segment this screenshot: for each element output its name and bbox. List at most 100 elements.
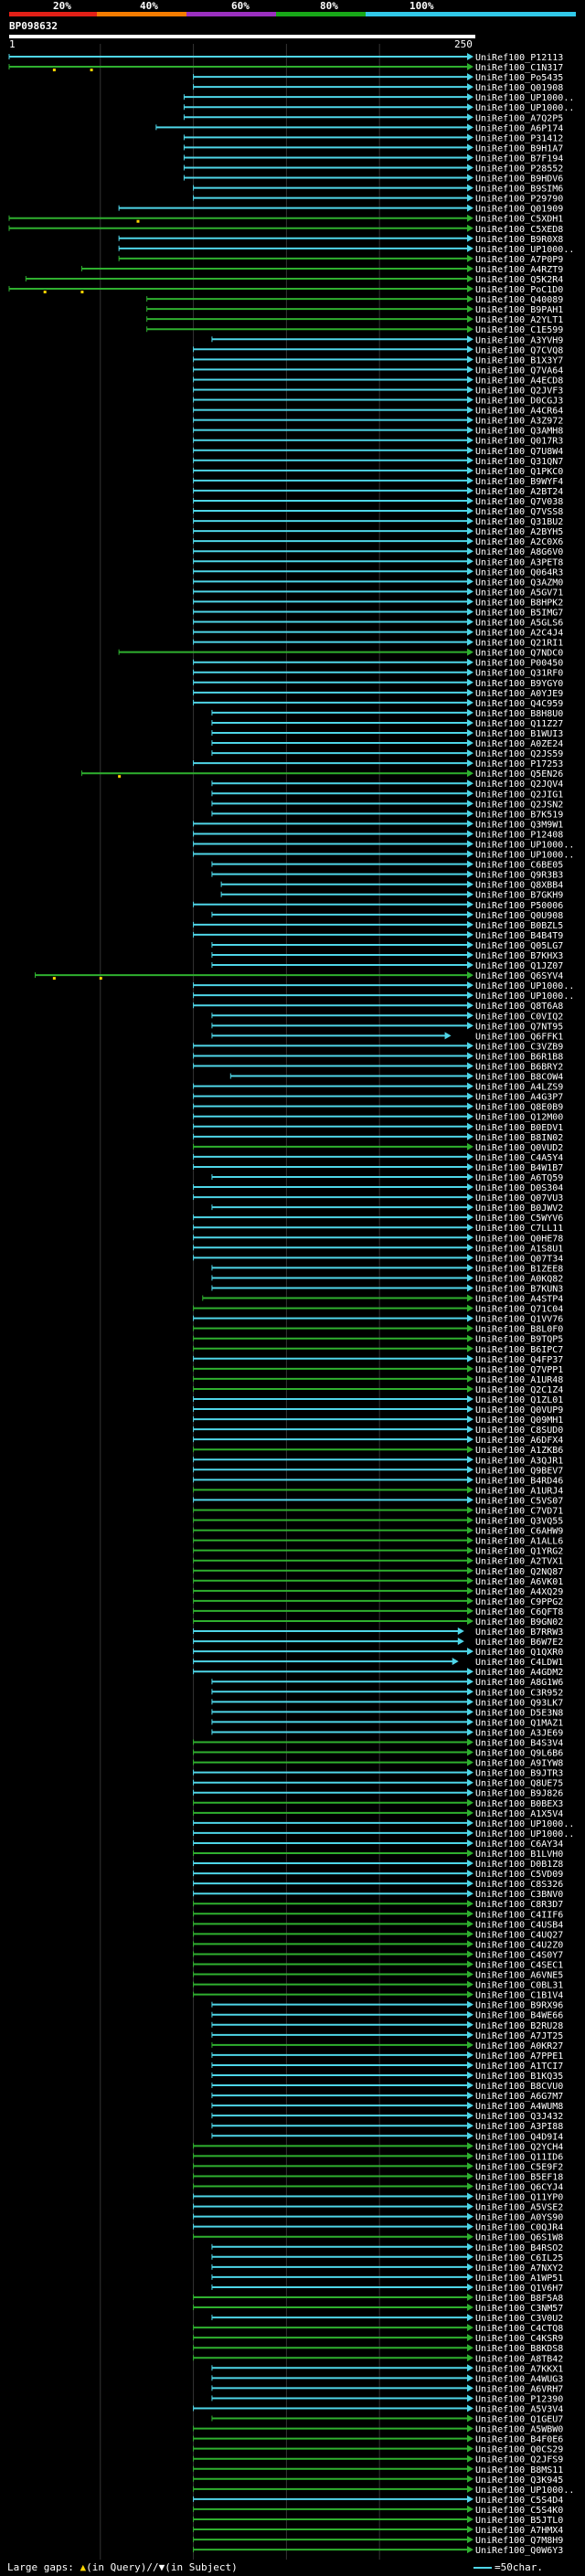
hit-label[interactable]: UniRef100_A5WBW0 <box>475 2425 563 2435</box>
hit-label[interactable]: UniRef100_Q07T34 <box>475 1254 563 1264</box>
hit-label[interactable]: UniRef100_C5VD09 <box>475 1870 563 1880</box>
hit-label[interactable]: UniRef100_Q1JZ07 <box>475 961 563 971</box>
hit-label[interactable]: UniRef100_C6IL25 <box>475 2253 563 2263</box>
hit-label[interactable]: UniRef100_A3YVH9 <box>475 335 563 345</box>
hit-label[interactable]: UniRef100_Q21RI1 <box>475 639 563 649</box>
hit-label[interactable]: UniRef100_P28552 <box>475 164 563 174</box>
hit-label[interactable]: UniRef100_A3Z972 <box>475 417 563 427</box>
hit-label[interactable]: UniRef100_A5GV71 <box>475 588 563 598</box>
hit-label[interactable]: UniRef100_Q1MAZ1 <box>475 1718 563 1728</box>
hit-label[interactable]: UniRef100_A5GLS6 <box>475 619 563 629</box>
hit-label[interactable]: UniRef100_C4CTQ8 <box>475 2324 563 2334</box>
hit-label[interactable]: UniRef100_A3JE69 <box>475 1728 563 1738</box>
hit-label[interactable]: UniRef100_Q2JVF3 <box>475 386 563 396</box>
hit-label[interactable]: UniRef100_C0QJR4 <box>475 2223 563 2233</box>
hit-label[interactable]: UniRef100_A6TQ59 <box>475 1173 563 1183</box>
hit-label[interactable]: UniRef100_Q11ID6 <box>475 2152 563 2162</box>
hit-label[interactable]: UniRef100_P17253 <box>475 759 563 769</box>
hit-label[interactable]: UniRef100_B0BEX3 <box>475 1799 563 1809</box>
hit-label[interactable]: UniRef100_B9JTR3 <box>475 1769 563 1779</box>
hit-label[interactable]: UniRef100_D0CGJ3 <box>475 397 563 407</box>
hit-label[interactable]: UniRef100_C4S0Y7 <box>475 1950 563 1960</box>
hit-label[interactable]: UniRef100_Q05LG7 <box>475 941 563 951</box>
hit-label[interactable]: UniRef100_B4WE66 <box>475 2011 563 2021</box>
hit-label[interactable]: UniRef100_Q0U908 <box>475 911 563 921</box>
hit-label[interactable]: UniRef100_A4G3P7 <box>475 1093 563 1103</box>
hit-label[interactable]: UniRef100_A4ECD8 <box>475 376 563 386</box>
hit-label[interactable]: UniRef100_A1S8U1 <box>475 1244 563 1254</box>
hit-label[interactable]: UniRef100_A8G1W6 <box>475 1678 563 1688</box>
hit-label[interactable]: UniRef100_B9HDV6 <box>475 175 563 185</box>
hit-label[interactable]: UniRef100_A0KR27 <box>475 2041 563 2051</box>
hit-label[interactable]: UniRef100_A4CR64 <box>475 407 563 417</box>
hit-label[interactable]: UniRef100_A9IYW8 <box>475 1759 563 1769</box>
hit-label[interactable]: UniRef100_C0BL31 <box>475 1981 563 1991</box>
hit-label[interactable]: UniRef100_Q7CVQ8 <box>475 345 563 355</box>
hit-label[interactable]: UniRef100_B1X3Y7 <box>475 355 563 366</box>
hit-label[interactable]: UniRef100_Q6SYV4 <box>475 971 563 981</box>
hit-label[interactable]: UniRef100_Q9L6B6 <box>475 1749 563 1759</box>
hit-label[interactable]: UniRef100_B8MS11 <box>475 2465 563 2475</box>
hit-label[interactable]: UniRef100_C0VIQ2 <box>475 1012 563 1022</box>
hit-label[interactable]: UniRef100_B8COW4 <box>475 1073 563 1083</box>
hit-label[interactable]: UniRef100_P12113 <box>475 53 563 63</box>
hit-label[interactable]: UniRef100_C4LDW1 <box>475 1658 563 1668</box>
hit-label[interactable]: UniRef100_A6VNE5 <box>475 1971 563 1981</box>
hit-label[interactable]: UniRef100_B4F0E6 <box>475 2435 563 2445</box>
hit-label[interactable]: UniRef100_A2C0X6 <box>475 537 563 547</box>
hit-label[interactable]: UniRef100_B7KHX3 <box>475 951 563 961</box>
hit-label[interactable]: UniRef100_UP1000.. <box>475 991 574 1002</box>
hit-label[interactable]: UniRef100_C3V0U2 <box>475 2314 563 2324</box>
hit-label[interactable]: UniRef100_Q3AZM0 <box>475 578 563 588</box>
hit-label[interactable]: UniRef100_Q31QN7 <box>475 457 563 467</box>
hit-label[interactable]: UniRef100_A5V3V4 <box>475 2404 563 2414</box>
hit-label[interactable]: UniRef100_A7P0P9 <box>475 255 563 265</box>
hit-label[interactable]: UniRef100_A3QJR1 <box>475 1456 563 1466</box>
hit-label[interactable]: UniRef100_Q3AMH8 <box>475 427 563 437</box>
hit-label[interactable]: UniRef100_A7JT25 <box>475 2031 563 2041</box>
hit-label[interactable]: UniRef100_A2BT24 <box>475 487 563 497</box>
hit-label[interactable]: UniRef100_Q0CS29 <box>475 2445 563 2455</box>
hit-label[interactable]: UniRef100_B6W7E2 <box>475 1638 563 1648</box>
hit-label[interactable]: UniRef100_Q3M9W1 <box>475 820 563 830</box>
hit-label[interactable]: UniRef100_Q09MH1 <box>475 1415 563 1426</box>
hit-label[interactable]: UniRef100_Q0VUP9 <box>475 1405 563 1415</box>
hit-label[interactable]: UniRef100_C4USB4 <box>475 1920 563 1930</box>
hit-label[interactable]: UniRef100_B9WYF4 <box>475 477 563 487</box>
hit-label[interactable]: UniRef100_A2C4J4 <box>475 629 563 639</box>
hit-label[interactable]: UniRef100_Q1PKC0 <box>475 467 563 477</box>
hit-label[interactable]: UniRef100_Q3K945 <box>475 2475 563 2486</box>
hit-label[interactable]: UniRef100_UP1000.. <box>475 1819 574 1829</box>
hit-label[interactable]: UniRef100_C5XDH1 <box>475 215 563 225</box>
hit-label[interactable]: UniRef100_Q12M00 <box>475 1113 563 1123</box>
hit-label[interactable]: UniRef100_A6VRH7 <box>475 2384 563 2394</box>
hit-label[interactable]: UniRef100_C8SUD0 <box>475 1426 563 1436</box>
hit-label[interactable]: UniRef100_C3BNV0 <box>475 1890 563 1900</box>
hit-label[interactable]: UniRef100_Q8T6A8 <box>475 1002 563 1012</box>
hit-label[interactable]: UniRef100_B8HPK2 <box>475 598 563 608</box>
hit-label[interactable]: UniRef100_UP1000.. <box>475 981 574 991</box>
hit-label[interactable]: UniRef100_C6QFT8 <box>475 1607 563 1617</box>
hit-label[interactable]: UniRef100_Q2JQV4 <box>475 779 563 790</box>
hit-label[interactable]: UniRef100_A0YJE9 <box>475 689 563 699</box>
hit-label[interactable]: UniRef100_A6DFX4 <box>475 1436 563 1446</box>
hit-label[interactable]: UniRef100_B9SIM6 <box>475 185 563 195</box>
hit-label[interactable]: UniRef100_A1ALL6 <box>475 1537 563 1547</box>
hit-label[interactable]: UniRef100_C1N317 <box>475 63 563 73</box>
hit-label[interactable]: UniRef100_B7GKH9 <box>475 891 563 901</box>
hit-label[interactable]: UniRef100_C8S326 <box>475 1880 563 1890</box>
hit-label[interactable]: UniRef100_Q8UE75 <box>475 1779 563 1789</box>
hit-label[interactable]: UniRef100_C4UQ27 <box>475 1930 563 1940</box>
hit-label[interactable]: UniRef100_PoC1D0 <box>475 285 563 295</box>
hit-label[interactable]: UniRef100_Q2C1Z4 <box>475 1385 563 1395</box>
hit-label[interactable]: UniRef100_Q01908 <box>475 83 563 93</box>
hit-label[interactable]: UniRef100_B9R0X8 <box>475 235 563 245</box>
hit-label[interactable]: UniRef100_A7PPE1 <box>475 2051 563 2062</box>
hit-label[interactable]: UniRef100_Q017R3 <box>475 437 563 447</box>
hit-label[interactable]: UniRef100_Q01909 <box>475 205 563 215</box>
hit-label[interactable]: UniRef100_Q31RF0 <box>475 669 563 679</box>
hit-label[interactable]: UniRef100_Q6FFK1 <box>475 1032 563 1042</box>
hit-label[interactable]: UniRef100_B6IPC7 <box>475 1345 563 1355</box>
hit-label[interactable]: UniRef100_C5VS07 <box>475 1496 563 1506</box>
hit-label[interactable]: UniRef100_C8R3D7 <box>475 1900 563 1910</box>
